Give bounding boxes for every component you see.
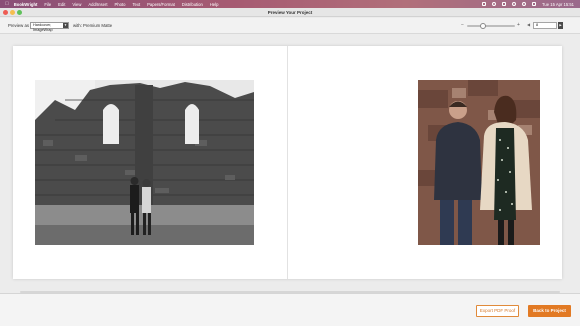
status-icon-2[interactable]: [492, 2, 497, 6]
zoom-slider-track[interactable]: [467, 25, 515, 27]
bottom-action-bar: Export PDF Proof Back to Project: [0, 293, 580, 326]
preview-as-label: Preview as: [8, 23, 30, 28]
preview-toolbar: Preview as Hardcover, ImageWrap ▼ with: …: [0, 18, 580, 34]
apple-icon[interactable]: : [5, 1, 9, 7]
window-title-bar: Preview Your Project: [0, 8, 580, 17]
menu-clock[interactable]: Tue 15 Apr 15:51: [542, 2, 574, 7]
menu-distribution[interactable]: Distribution: [182, 2, 203, 7]
next-page-icon[interactable]: ▶: [558, 21, 563, 29]
preview-area: [0, 35, 580, 293]
menu-view[interactable]: View: [72, 2, 81, 7]
chevron-down-icon: ▼: [63, 22, 68, 28]
menu-help[interactable]: Help: [210, 2, 219, 7]
zoom-slider-thumb[interactable]: [479, 22, 486, 29]
menu-app-name[interactable]: BookWright: [14, 2, 38, 7]
menu-add-insert[interactable]: Add/Insert: [88, 2, 107, 7]
control-center-icon[interactable]: [532, 2, 537, 6]
zoom-out-icon[interactable]: −: [461, 22, 464, 28]
page-number-input[interactable]: 8: [533, 21, 557, 29]
menu-file[interactable]: File: [44, 2, 51, 7]
back-to-project-button[interactable]: Back to Project: [528, 305, 571, 317]
ruins-photo: [35, 80, 254, 245]
menu-edit[interactable]: Edit: [58, 2, 65, 7]
page-gutter: [287, 46, 288, 279]
export-pdf-proof-button[interactable]: Export PDF Proof: [476, 305, 519, 317]
with-label: with:: [73, 23, 82, 28]
window-title: Preview Your Project: [267, 9, 313, 15]
preview-as-value: Hardcover, ImageWrap: [33, 22, 53, 32]
status-icon-1[interactable]: [482, 2, 487, 6]
wifi-icon[interactable]: [512, 2, 517, 6]
menu-bar:  BookWright File Edit View Add/Insert P…: [0, 0, 580, 8]
menu-photo[interactable]: Photo: [114, 2, 125, 7]
zoom-in-icon[interactable]: +: [517, 22, 520, 28]
menu-papers-format[interactable]: Papers/Format: [147, 2, 175, 7]
status-tray: Tue 15 Apr 15:51: [482, 0, 574, 8]
battery-icon[interactable]: [502, 2, 507, 6]
preview-as-select[interactable]: Hardcover, ImageWrap ▼: [30, 21, 69, 32]
previous-page-icon[interactable]: ◀: [527, 22, 530, 27]
couple-photo: [418, 80, 540, 245]
menu-text[interactable]: Text: [132, 2, 140, 7]
search-icon[interactable]: [522, 2, 527, 6]
paper-name: Premium Matte: [83, 23, 113, 28]
